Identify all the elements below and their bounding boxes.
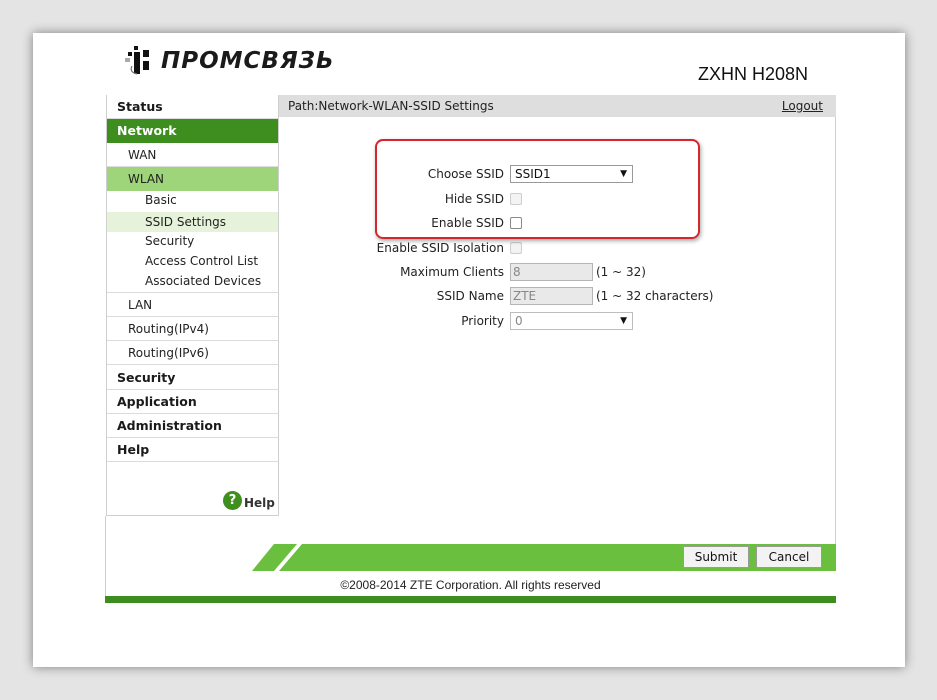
logo-mark-icon xyxy=(123,44,157,78)
copyright-text: ©2008-2014 ZTE Corporation. All rights r… xyxy=(340,578,601,592)
device-model: ZXHN H208N xyxy=(698,64,809,84)
sidebar-item-status[interactable]: Status xyxy=(107,95,278,119)
logout-link[interactable]: Logout xyxy=(782,95,823,117)
ssid-name-hint: (1 ~ 32 characters) xyxy=(596,289,714,303)
maximum-clients-hint: (1 ~ 32) xyxy=(596,265,646,279)
help-link[interactable]: ? Help xyxy=(223,490,275,510)
dropdown-arrow-icon: ▼ xyxy=(620,316,627,326)
priority-row: Priority 0 ▼ xyxy=(279,310,836,332)
submit-button[interactable]: Submit xyxy=(683,546,749,568)
sidebar-item-security[interactable]: Security xyxy=(107,366,278,390)
sidebar-item-help[interactable]: Help xyxy=(107,438,278,462)
logo-text: ПРОМСВЯЗЬ xyxy=(161,48,335,74)
highlight-annotation xyxy=(375,139,700,239)
ssid-name-input[interactable]: ZTE xyxy=(510,287,593,305)
maximum-clients-row: Maximum Clients 8 (1 ~ 32) xyxy=(279,261,836,283)
bottom-green-line xyxy=(105,596,836,603)
help-link-label: Help xyxy=(244,496,275,510)
brand-logo: ПРОМСВЯЗЬ xyxy=(123,44,335,78)
sidebar-item-basic[interactable]: Basic xyxy=(107,190,278,210)
sidebar-item-access-control-list[interactable]: Access Control List xyxy=(107,251,278,271)
enable-ssid-isolation-label: Enable SSID Isolation xyxy=(376,241,504,255)
sidebar-item-application[interactable]: Application xyxy=(107,390,278,414)
sidebar-item-wlan[interactable]: WLAN xyxy=(107,167,278,191)
priority-label: Priority xyxy=(461,314,504,328)
priority-select[interactable]: 0 ▼ xyxy=(510,312,633,330)
sidebar-item-routing-ipv6[interactable]: Routing(IPv6) xyxy=(107,341,278,365)
sidebar-item-lan[interactable]: LAN xyxy=(107,293,278,317)
help-icon: ? xyxy=(223,490,242,510)
maximum-clients-label: Maximum Clients xyxy=(400,265,504,279)
sidebar-item-ssid-settings[interactable]: SSID Settings xyxy=(107,212,278,232)
maximum-clients-input[interactable]: 8 xyxy=(510,263,593,281)
cancel-button[interactable]: Cancel xyxy=(756,546,822,568)
ssid-name-label: SSID Name xyxy=(436,289,504,303)
sidebar-item-administration[interactable]: Administration xyxy=(107,414,278,438)
sidebar-item-routing-ipv4[interactable]: Routing(IPv4) xyxy=(107,317,278,341)
sidebar-item-network[interactable]: Network xyxy=(107,119,278,143)
ssid-name-row: SSID Name ZTE (1 ~ 32 characters) xyxy=(279,285,836,307)
enable-ssid-isolation-checkbox[interactable] xyxy=(510,242,522,254)
sidebar-item-associated-devices[interactable]: Associated Devices xyxy=(107,271,278,293)
sidebar-item-wan[interactable]: WAN xyxy=(107,143,278,167)
priority-value: 0 xyxy=(515,314,523,328)
breadcrumb-path: Path:Network-WLAN-SSID Settings xyxy=(288,99,494,113)
enable-ssid-isolation-row: Enable SSID Isolation xyxy=(279,237,836,259)
breadcrumb: Path:Network-WLAN-SSID Settings Logout xyxy=(279,95,836,117)
sidebar: Status Network WAN WLAN Basic SSID Setti… xyxy=(106,95,279,516)
sidebar-item-wlan-security[interactable]: Security xyxy=(107,231,278,251)
